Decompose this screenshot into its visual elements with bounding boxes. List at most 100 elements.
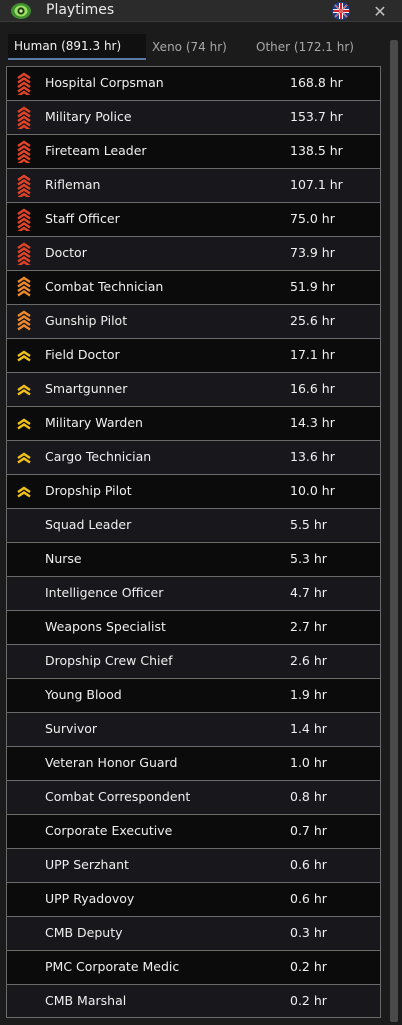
table-row: Nurse 5.3 hr xyxy=(6,542,381,576)
table-row: Military Warden 14.3 hr xyxy=(6,406,381,440)
role-name: Doctor xyxy=(45,245,87,260)
playtime-value: 51.9 hr xyxy=(290,279,335,294)
role-name: Smartgunner xyxy=(45,381,128,396)
playtime-list: Hospital Corpsman 168.8 hr Military Police… xyxy=(6,66,381,1018)
role-name: UPP Serzhant xyxy=(45,857,129,872)
playtime-value: 10.0 hr xyxy=(290,483,335,498)
table-row: Veteran Honor Guard 1.0 hr xyxy=(6,746,381,780)
role-name: Gunship Pilot xyxy=(45,313,128,328)
role-name: Dropship Crew Chief xyxy=(45,653,173,668)
table-row: PMC Corporate Medic 0.2 hr xyxy=(6,950,381,984)
window-title: Playtimes xyxy=(46,2,115,18)
rank-chevron-icon xyxy=(17,242,31,265)
playtime-value: 1.4 hr xyxy=(290,721,327,736)
tab-xeno-label: Xeno (74 hr) xyxy=(152,40,227,54)
role-name: Nurse xyxy=(45,551,82,566)
table-row: Smartgunner 16.6 hr xyxy=(6,372,381,406)
table-row: Field Doctor 17.1 hr xyxy=(6,338,381,372)
table-row: Gunship Pilot 25.6 hr xyxy=(6,304,381,338)
role-name: Intelligence Officer xyxy=(45,585,164,600)
playtime-value: 0.6 hr xyxy=(290,857,327,872)
tab-bar: Human (891.3 hr) Xeno (74 hr) Other (172… xyxy=(0,30,402,62)
flag-icon xyxy=(332,2,350,20)
role-name: Military Warden xyxy=(45,415,143,430)
title-bar: Playtimes ✕ xyxy=(0,0,402,22)
role-name: Rifleman xyxy=(45,177,101,192)
table-row: CMB Deputy 0.3 hr xyxy=(6,916,381,950)
playtime-value: 1.0 hr xyxy=(290,755,327,770)
playtime-value: 2.7 hr xyxy=(290,619,327,634)
tab-human-label: Human (891.3 hr) xyxy=(14,39,122,53)
rank-chevron-icon xyxy=(17,384,31,396)
playtime-value: 153.7 hr xyxy=(290,109,343,124)
role-name: Survivor xyxy=(45,721,98,736)
tab-other-label: Other (172.1 hr) xyxy=(256,40,354,54)
rank-chevron-icon xyxy=(17,452,31,464)
rank-chevron-icon xyxy=(17,174,31,197)
role-name: CMB Deputy xyxy=(45,925,123,940)
tab-human[interactable]: Human (891.3 hr) xyxy=(8,34,146,60)
role-name: UPP Ryadovoy xyxy=(45,891,135,906)
table-row: Military Police 153.7 hr xyxy=(6,100,381,134)
role-name: Combat Correspondent xyxy=(45,789,191,804)
table-row: Staff Officer 75.0 hr xyxy=(6,202,381,236)
playtime-value: 0.2 hr xyxy=(290,993,327,1008)
playtime-value: 73.9 hr xyxy=(290,245,335,260)
table-row: Dropship Crew Chief 2.6 hr xyxy=(6,644,381,678)
playtime-value: 25.6 hr xyxy=(290,313,335,328)
rank-chevron-icon xyxy=(17,276,31,297)
playtime-value: 13.6 hr xyxy=(290,449,335,464)
close-icon: ✕ xyxy=(373,1,387,21)
role-name: CMB Marshal xyxy=(45,993,127,1008)
rank-chevron-icon xyxy=(17,418,31,430)
role-name: Young Blood xyxy=(45,687,122,702)
rank-chevron-icon xyxy=(17,208,31,231)
close-button[interactable]: ✕ xyxy=(369,0,391,22)
table-row: Dropship Pilot 10.0 hr xyxy=(6,474,381,508)
playtime-value: 107.1 hr xyxy=(290,177,343,192)
playtime-value: 0.7 hr xyxy=(290,823,327,838)
table-row: Weapons Specialist 2.7 hr xyxy=(6,610,381,644)
tab-xeno[interactable]: Xeno (74 hr) xyxy=(146,34,246,60)
rank-chevron-icon xyxy=(17,140,31,163)
role-name: PMC Corporate Medic xyxy=(45,959,180,974)
rank-chevron-icon xyxy=(17,310,31,331)
role-name: Squad Leader xyxy=(45,517,132,532)
tab-other[interactable]: Other (172.1 hr) xyxy=(250,34,370,60)
table-row: Doctor 73.9 hr xyxy=(6,236,381,270)
rank-chevron-icon xyxy=(17,72,31,95)
playtime-value: 0.2 hr xyxy=(290,959,327,974)
table-row: Intelligence Officer 4.7 hr xyxy=(6,576,381,610)
role-name: Field Doctor xyxy=(45,347,120,362)
role-name: Fireteam Leader xyxy=(45,143,147,158)
playtime-value: 4.7 hr xyxy=(290,585,327,600)
table-row: CMB Marshal 0.2 hr xyxy=(6,984,381,1018)
table-row: Rifleman 107.1 hr xyxy=(6,168,381,202)
playtime-value: 168.8 hr xyxy=(290,75,343,90)
playtime-value: 0.8 hr xyxy=(290,789,327,804)
playtime-value: 0.6 hr xyxy=(290,891,327,906)
table-row: Survivor 1.4 hr xyxy=(6,712,381,746)
role-name: Cargo Technician xyxy=(45,449,152,464)
role-name: Corporate Executive xyxy=(45,823,173,838)
table-row: Fireteam Leader 138.5 hr xyxy=(6,134,381,168)
table-row: UPP Ryadovoy 0.6 hr xyxy=(6,882,381,916)
playtime-value: 17.1 hr xyxy=(290,347,335,362)
role-name: Veteran Honor Guard xyxy=(45,755,178,770)
role-name: Hospital Corpsman xyxy=(45,75,164,90)
eye-icon xyxy=(11,3,31,19)
table-row: Young Blood 1.9 hr xyxy=(6,678,381,712)
rank-chevron-icon xyxy=(17,350,31,362)
playtime-value: 1.9 hr xyxy=(290,687,327,702)
playtime-value: 14.3 hr xyxy=(290,415,335,430)
role-name: Weapons Specialist xyxy=(45,619,166,634)
playtime-value: 5.5 hr xyxy=(290,517,327,532)
table-row: Cargo Technician 13.6 hr xyxy=(6,440,381,474)
table-row: Combat Correspondent 0.8 hr xyxy=(6,780,381,814)
rank-chevron-icon xyxy=(17,486,31,498)
role-name: Military Police xyxy=(45,109,132,124)
table-row: Corporate Executive 0.7 hr xyxy=(6,814,381,848)
table-row: Combat Technician 51.9 hr xyxy=(6,270,381,304)
table-row: Hospital Corpsman 168.8 hr xyxy=(6,66,381,100)
scrollbar[interactable] xyxy=(390,40,398,1022)
